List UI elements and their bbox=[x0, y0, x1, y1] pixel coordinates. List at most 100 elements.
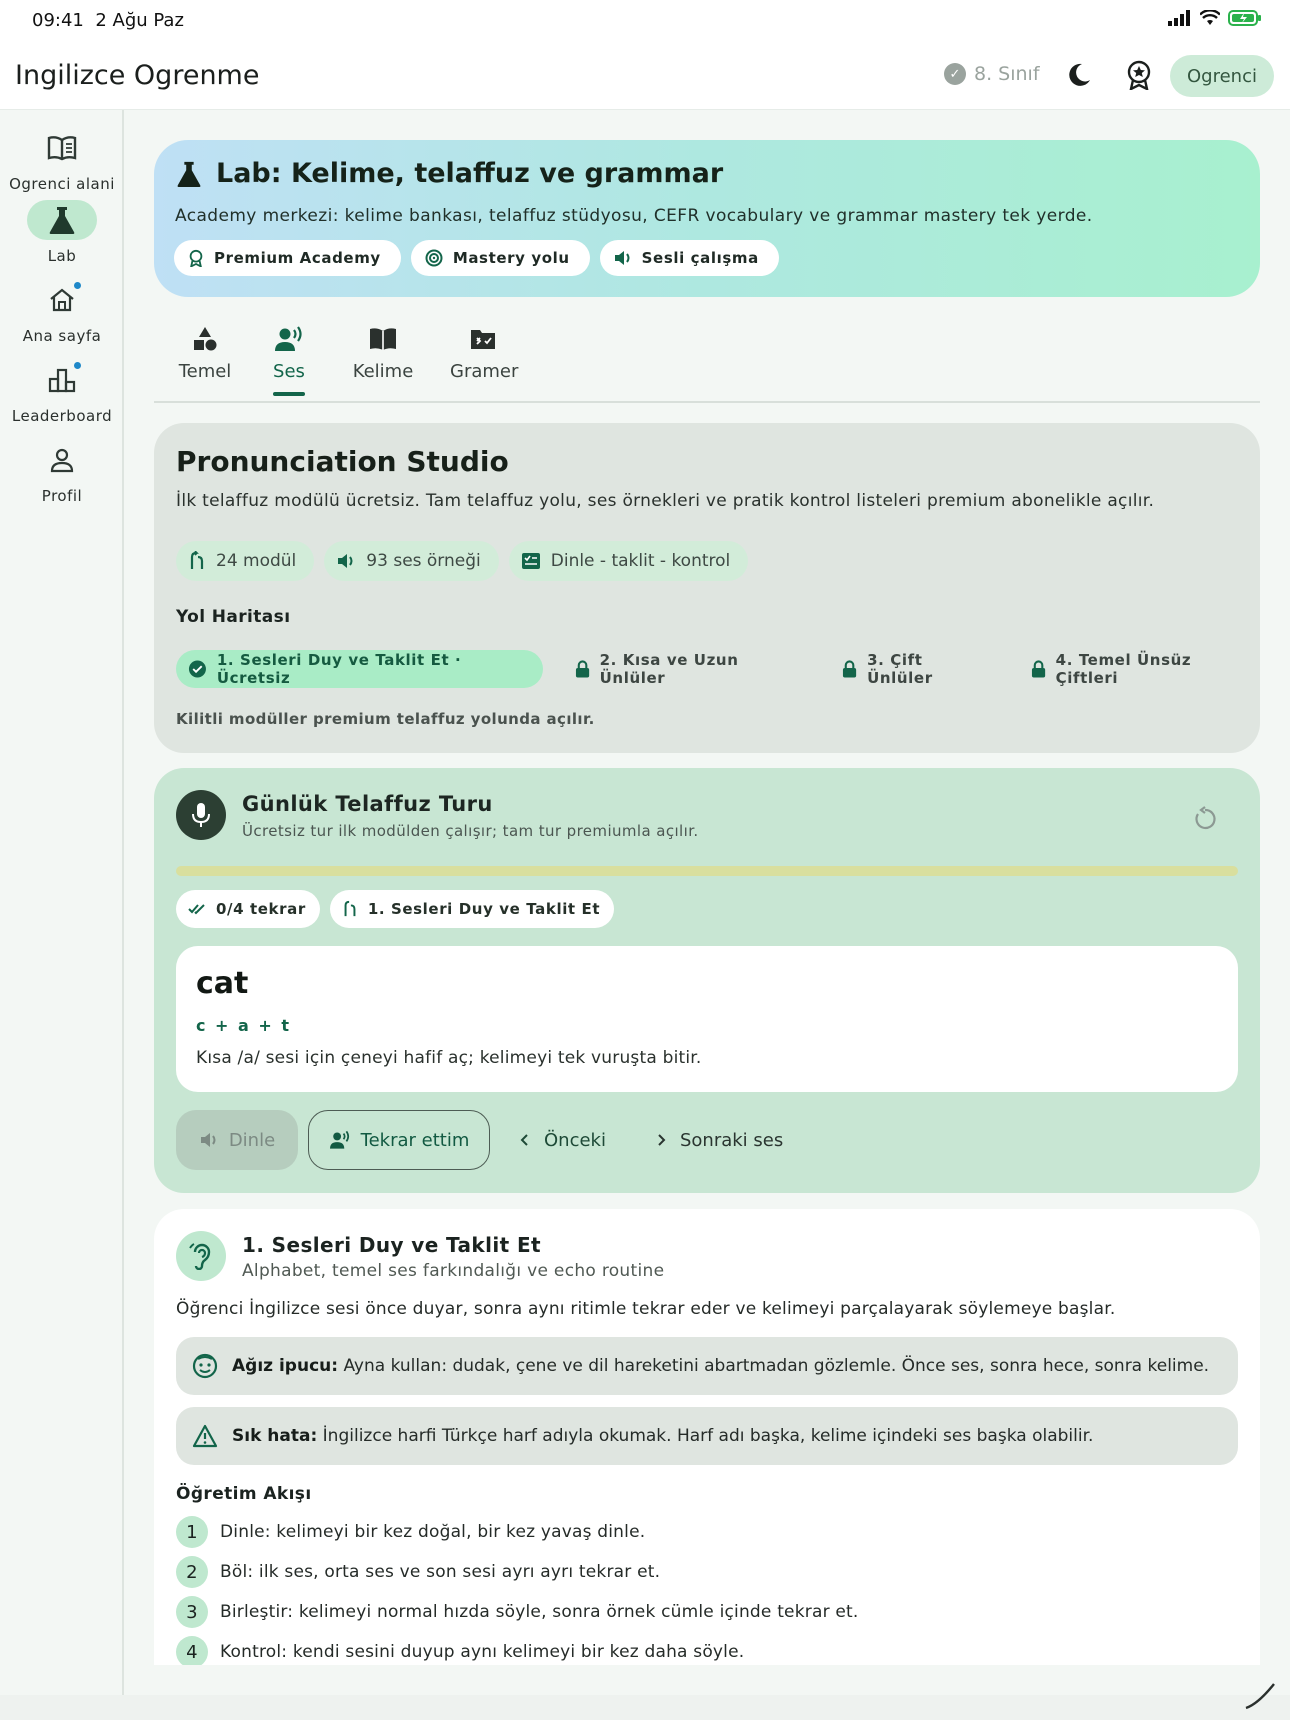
home-icon-wrap bbox=[27, 280, 97, 320]
role-button[interactable]: Ogrenci bbox=[1170, 55, 1274, 97]
roadmap-item-4[interactable]: 4. Temel Ünsüz Çiftleri bbox=[1019, 650, 1260, 688]
signal-icon bbox=[1168, 10, 1190, 26]
hero-title-text: Lab: Kelime, telaffuz ve grammar bbox=[216, 158, 724, 189]
route-icon bbox=[190, 551, 204, 569]
word-tip: Kısa /a/ sesi için çeneyi hafif aç; keli… bbox=[196, 1048, 702, 1068]
status-icons bbox=[1168, 10, 1262, 26]
sidebar-item-home[interactable]: Ana sayfa bbox=[0, 280, 124, 345]
achievements-button[interactable] bbox=[1126, 60, 1152, 94]
check-circle-icon bbox=[188, 660, 206, 678]
lesson-detail-card: 1. Sesleri Duy ve Taklit Et Alphabet, te… bbox=[154, 1209, 1260, 1665]
stat-modules: 24 modül bbox=[176, 541, 315, 581]
home-icon bbox=[50, 288, 74, 312]
chevron-right-icon bbox=[658, 1134, 666, 1146]
speaker-icon bbox=[200, 1133, 216, 1147]
step-number: 4 bbox=[176, 1636, 208, 1665]
repeat-count-pill: 0/4 tekrar bbox=[176, 890, 320, 928]
daily-subtitle: Ücretsiz tur ilk modülden çalışır; tam t… bbox=[242, 822, 699, 840]
tab-basics[interactable]: Temel bbox=[176, 323, 234, 382]
step-number: 3 bbox=[176, 1596, 208, 1628]
step-number: 1 bbox=[176, 1516, 208, 1548]
list-item: 3 Birleştir: kelimeyi normal hızda söyle… bbox=[176, 1594, 859, 1630]
pill-label: 1. Sesleri Duy ve Taklit Et bbox=[367, 900, 601, 918]
teaching-flow-list: 1 Dinle: kelimeyi bir kez doğal, bir kez… bbox=[176, 1514, 859, 1665]
word: cat bbox=[196, 966, 249, 1001]
mouth-tip-text: Ağız ipucu: Ayna kullan: dudak, çene ve … bbox=[232, 1356, 1209, 1376]
step-text: Böl: ilk ses, orta ses ve son sesi ayrı … bbox=[220, 1562, 661, 1582]
studio-stats: 24 modül 93 ses örneği Dinle - taklit - … bbox=[176, 541, 749, 581]
flask-icon bbox=[49, 207, 75, 234]
pronunciation-studio-card: Pronunciation Studio İlk telaffuz modülü… bbox=[154, 423, 1260, 753]
tab-label: Gramer bbox=[450, 361, 519, 382]
roadmap-label: 4. Temel Ünsüz Çiftleri bbox=[1055, 651, 1192, 687]
sidebar-item-student-area[interactable]: Ogrenci alani bbox=[0, 128, 124, 193]
resize-handle-icon bbox=[1245, 1683, 1275, 1710]
check-circle-icon: ✓ bbox=[944, 63, 966, 85]
scroll-handle[interactable] bbox=[1244, 1680, 1278, 1714]
moon-icon bbox=[1069, 63, 1090, 86]
phonics-breakdown: c + a + t bbox=[196, 1016, 292, 1035]
module-pill: 1. Sesleri Duy ve Taklit Et bbox=[329, 890, 615, 928]
lab-hero-banner: Lab: Kelime, telaffuz ve grammar Academy… bbox=[154, 140, 1260, 297]
roadmap-item-3[interactable]: 3. Çift Ünlüler bbox=[830, 650, 999, 688]
sidebar-item-leaderboard[interactable]: Leaderboard bbox=[0, 360, 124, 425]
notification-dot bbox=[74, 362, 81, 369]
chevron-left-icon bbox=[520, 1134, 528, 1146]
roadmap-title: Yol Haritası bbox=[176, 607, 291, 627]
roadmap-label: 3. Çift Ünlüler bbox=[867, 651, 933, 687]
tab-vocabulary[interactable]: Kelime bbox=[348, 323, 418, 382]
speaker-icon bbox=[614, 251, 630, 265]
lock-icon bbox=[575, 660, 589, 678]
sidebar-item-lab[interactable]: Lab bbox=[0, 200, 124, 265]
mistake-body: İngilizce harfi Türkçe harf adıyla okuma… bbox=[322, 1426, 1094, 1446]
roadmap-item-1[interactable]: 1. Sesleri Duy ve Taklit Et · Ücretsiz bbox=[176, 650, 543, 688]
mouth-tip-body: Ayna kullan: dudak, çene ve dil hareketi… bbox=[343, 1356, 1210, 1376]
grade-indicator[interactable]: ✓ 8. Sınıf bbox=[944, 63, 1040, 85]
checklist-icon bbox=[521, 553, 540, 569]
tab-grammar[interactable]: Gramer bbox=[450, 323, 519, 382]
previous-button[interactable]: Önceki bbox=[500, 1110, 626, 1170]
chip-premium-academy[interactable]: Premium Academy bbox=[174, 240, 401, 276]
step-text: Kontrol: kendi sesini duyup aynı kelimey… bbox=[220, 1642, 745, 1662]
leaderboard-icon bbox=[48, 368, 76, 393]
voice-icon bbox=[275, 326, 302, 351]
roadmap-label: 2. Kısa ve Uzun Ünlüler bbox=[599, 651, 739, 687]
list-item: 2 Böl: ilk ses, orta ses ve son sesi ayr… bbox=[176, 1554, 859, 1590]
next-sound-button[interactable]: Sonraki ses bbox=[636, 1110, 803, 1170]
voice-icon-wrap bbox=[266, 323, 312, 355]
tab-sound[interactable]: Ses bbox=[266, 323, 312, 396]
sidebar-item-profile[interactable]: Profil bbox=[0, 440, 124, 505]
speaker-icon bbox=[338, 554, 353, 568]
award-icon bbox=[1127, 60, 1151, 92]
step-text: Dinle: kelimeyi bir kez doğal, bir kez y… bbox=[220, 1522, 646, 1542]
route-icon bbox=[344, 900, 356, 917]
grammar-folder-icon bbox=[471, 330, 495, 349]
stat-label: 93 ses örneği bbox=[366, 551, 481, 571]
shapes-icon-wrap bbox=[176, 323, 234, 355]
chip-label: Premium Academy bbox=[214, 249, 381, 267]
repeated-button[interactable]: Tekrar ettim bbox=[308, 1110, 490, 1170]
pill-label: 0/4 tekrar bbox=[216, 900, 306, 918]
reset-button[interactable] bbox=[1192, 806, 1218, 836]
open-book-icon bbox=[370, 328, 396, 350]
hero-description: Academy merkezi: kelime bankası, telaffu… bbox=[175, 206, 1093, 226]
lesson-description: Öğrenci İngilizce sesi önce duyar, sonra… bbox=[176, 1299, 1116, 1319]
roadmap-item-2[interactable]: 2. Kısa ve Uzun Ünlüler bbox=[563, 650, 810, 688]
dark-mode-toggle[interactable] bbox=[1066, 62, 1092, 92]
listen-button[interactable]: Dinle bbox=[176, 1110, 298, 1170]
studio-description: İlk telaffuz modülü ücretsiz. Tam telaff… bbox=[176, 491, 1155, 511]
active-tab-indicator bbox=[273, 392, 305, 396]
chip-mastery-path[interactable]: Mastery yolu bbox=[410, 240, 590, 276]
person-icon bbox=[50, 448, 74, 473]
tour-progress-bar bbox=[176, 866, 1238, 876]
chip-voice-practice[interactable]: Sesli çalışma bbox=[599, 240, 779, 276]
lesson-subtitle: Alphabet, temel ses farkındalığı ve echo… bbox=[242, 1261, 665, 1281]
target-icon bbox=[425, 249, 443, 267]
flow-title: Öğretim Akışı bbox=[176, 1484, 312, 1504]
clock: 09:41 bbox=[32, 10, 84, 31]
battery-icon bbox=[1228, 10, 1261, 26]
book-icon-wrap bbox=[27, 128, 97, 168]
voice-icon bbox=[329, 1130, 349, 1149]
notification-dot bbox=[74, 282, 81, 289]
studio-title: Pronunciation Studio bbox=[176, 445, 509, 478]
